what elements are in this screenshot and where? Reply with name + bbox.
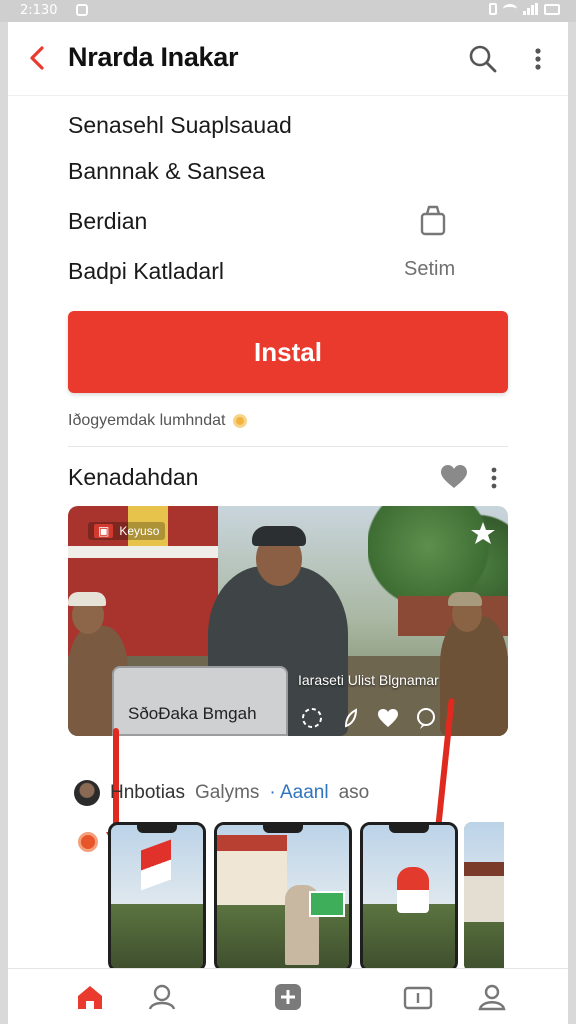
signal-icon xyxy=(523,3,538,15)
bottom-navigation xyxy=(8,968,568,1024)
heart-icon[interactable] xyxy=(440,464,468,490)
status-time: 2:130 xyxy=(20,3,58,18)
section-more-icon[interactable] xyxy=(486,464,502,492)
laptop-caption: SðoÐaka Bmgah xyxy=(128,704,257,723)
install-note-text: Iðogyemdak lumhndat xyxy=(68,412,226,429)
add-icon[interactable] xyxy=(272,981,304,1013)
thumbnail-2[interactable] xyxy=(214,822,352,972)
detail-line-3: Berdian xyxy=(68,208,148,234)
hero-action-icons xyxy=(300,706,438,730)
post-link[interactable]: · Aaanl xyxy=(269,782,328,804)
laptop-graphic xyxy=(112,666,288,736)
live-badge-icon: ▣ xyxy=(94,524,114,538)
comment-icon[interactable] xyxy=(414,706,438,730)
search-nav-icon[interactable] xyxy=(146,981,178,1013)
page-title: Nrarda Inakar xyxy=(68,42,239,72)
sticker-icon xyxy=(78,832,98,852)
vibrate-icon xyxy=(489,3,497,15)
app-bar: Nrarda Inakar xyxy=(8,22,568,96)
app-screen: Nrarda Inakar Senasehl Suaplsauad Bannna… xyxy=(8,22,568,1024)
thumbnail-1[interactable] xyxy=(108,822,206,972)
post-author-row[interactable]: Hnbotias Galyms · Aaanl aso xyxy=(74,780,369,806)
hero-tag-text: Keyuso xyxy=(119,524,160,538)
divider xyxy=(68,446,508,447)
thumbnail-4[interactable] xyxy=(464,822,504,972)
featured-video-card[interactable]: ▣ Keyuso SðoÐaka Bmgah Iaraseti Ulist Bl… xyxy=(68,506,508,736)
wifi-icon xyxy=(503,4,517,14)
post-suffix: aso xyxy=(338,782,370,803)
post-meta: Galyms xyxy=(195,782,260,803)
star-icon[interactable] xyxy=(470,520,496,546)
notification-icon xyxy=(76,4,88,16)
more-icon[interactable] xyxy=(528,44,548,74)
back-icon[interactable] xyxy=(24,42,50,74)
search-icon[interactable] xyxy=(468,44,498,74)
home-icon[interactable] xyxy=(74,981,106,1013)
cart-icon[interactable] xyxy=(418,204,448,238)
install-note: Iðogyemdak lumhndat xyxy=(68,412,248,430)
status-icons xyxy=(489,3,560,15)
leaf-icon[interactable] xyxy=(338,706,362,730)
coin-icon xyxy=(233,414,248,428)
tv-icon[interactable] xyxy=(402,981,434,1013)
share-icon[interactable] xyxy=(300,706,324,730)
detail-line-4-value: Setim xyxy=(404,258,456,280)
battery-icon xyxy=(544,3,560,15)
detail-line-4: Badpi Katladarl xyxy=(68,258,224,284)
post-author-name[interactable]: Hnbotias xyxy=(110,782,185,804)
avatar[interactable] xyxy=(74,780,100,806)
install-button[interactable]: Instal xyxy=(68,311,508,393)
hero-tag: ▣ Keyuso xyxy=(88,522,166,540)
detail-line-2: Bannnak & Sansea xyxy=(68,158,265,184)
like-icon[interactable] xyxy=(376,706,400,730)
hero-overlay-text: Iaraseti Ulist Blgnamar xyxy=(298,672,439,688)
thumbnail-3[interactable] xyxy=(360,822,458,972)
detail-line-1: Senasehl Suaplsauad xyxy=(68,112,292,138)
status-bar: 2:130 xyxy=(0,0,576,22)
section-title: Kenadahdan xyxy=(68,464,199,490)
profile-icon[interactable] xyxy=(476,981,508,1013)
